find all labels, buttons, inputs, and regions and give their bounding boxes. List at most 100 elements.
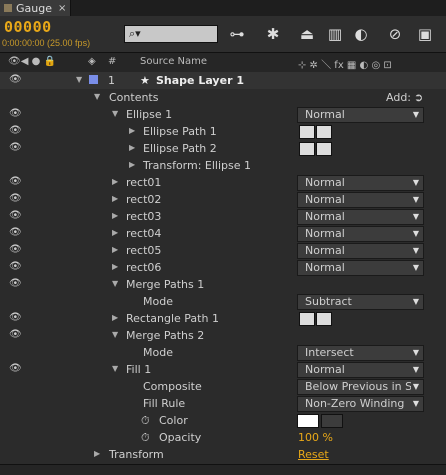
property-label: Transform: Ellipse 1 [143,159,252,172]
property-row-ellipse-path-1[interactable]: 👁 ▶ Ellipse Path 1 [0,123,446,140]
path-direction-icon[interactable] [299,125,315,139]
collapsed-triangle-icon[interactable]: ▶ [129,160,135,169]
tab-gauge[interactable]: Gauge × [0,0,71,16]
property-row-rect03[interactable]: 👁 ▶ rect03 Normal ▼ [0,208,446,225]
motion-blur-icon[interactable]: ◐ [350,24,372,44]
collapsed-triangle-icon[interactable]: ▶ [129,126,135,135]
path-direction-icon[interactable] [316,125,332,139]
path-direction-icon[interactable] [299,142,315,156]
fill-rule-dropdown[interactable]: Non-Zero Winding ▼ [297,396,424,412]
property-label: Color [159,414,188,427]
hide-shy-layers-icon[interactable]: ⏏ [296,24,318,44]
blend-mode-dropdown[interactable]: Normal ▼ [297,192,424,208]
expand-triangle-icon[interactable]: ▼ [112,330,118,339]
path-direction-icon[interactable] [299,312,315,326]
eye-icon[interactable]: 👁 [9,313,22,323]
eye-icon[interactable]: 👁 [9,228,22,238]
source-name-column-header[interactable]: Source Name [140,56,207,67]
expand-triangle-icon[interactable]: ▼ [112,364,118,373]
property-row-fill-1[interactable]: 👁 ▼ Fill 1 Normal ▼ [0,361,446,378]
property-row-merge-paths-2[interactable]: 👁 ▼ Merge Paths 2 [0,327,446,344]
collapsed-triangle-icon[interactable]: ▶ [112,228,118,237]
property-row-mode[interactable]: Mode Intersect ▼ [0,344,446,361]
eye-icon[interactable]: 👁 [9,279,22,289]
path-direction-icon[interactable] [316,312,332,326]
blend-mode-dropdown[interactable]: Normal ▼ [297,243,424,259]
property-row-rect06[interactable]: 👁 ▶ rect06 Normal ▼ [0,259,446,276]
eye-icon[interactable]: 👁 [9,330,22,340]
property-row-contents[interactable]: ▼ Contents Add: ➲ [0,89,446,106]
property-row-color[interactable]: ⏱ Color [0,412,446,429]
path-direction-icon[interactable] [316,142,332,156]
property-row-transform-ellipse-1[interactable]: ▶ Transform: Ellipse 1 [0,157,446,174]
property-row-composite[interactable]: Composite Below Previous in S ▼ [0,378,446,395]
frame-blending-icon[interactable]: ▥ [324,24,346,44]
draft-3d-icon[interactable]: ✱ [262,24,284,44]
label-color-swatch[interactable] [89,75,98,84]
graph-editor-icon[interactable]: ⊘ [384,24,406,44]
collapsed-triangle-icon[interactable]: ▶ [112,262,118,271]
merge-mode-dropdown[interactable]: Intersect ▼ [297,345,424,361]
property-row-ellipse-path-2[interactable]: 👁 ▶ Ellipse Path 2 [0,140,446,157]
comp-mini-flowchart-icon[interactable]: ⊶ [226,24,248,44]
merge-mode-dropdown[interactable]: Subtract ▼ [297,294,424,310]
property-row-rect02[interactable]: 👁 ▶ rect02 Normal ▼ [0,191,446,208]
eye-icon[interactable]: 👁 [9,143,22,153]
property-row-merge-paths-1[interactable]: 👁 ▼ Merge Paths 1 [0,276,446,293]
close-icon[interactable]: × [58,3,66,14]
stopwatch-icon[interactable]: ⏱ [141,414,150,428]
property-row-rect01[interactable]: 👁 ▶ rect01 Normal ▼ [0,174,446,191]
search-input[interactable]: ⌕▾ [124,25,218,43]
property-row-opacity[interactable]: ⏱ Opacity 100 % [0,429,446,446]
eye-icon[interactable]: 👁 [9,364,22,374]
stopwatch-icon[interactable]: ⏱ [141,431,150,445]
composite-dropdown[interactable]: Below Previous in S ▼ [297,379,424,395]
collapsed-triangle-icon[interactable]: ▶ [112,194,118,203]
blend-mode-dropdown[interactable]: Normal ▼ [297,175,424,191]
eyedropper-icon[interactable] [321,414,343,428]
expand-triangle-icon[interactable]: ▼ [112,279,118,288]
tab-label: Gauge [16,1,52,15]
expand-triangle-icon[interactable]: ▼ [76,75,82,84]
blend-mode-dropdown[interactable]: Normal ▼ [297,209,424,225]
reset-link[interactable]: Reset [298,448,329,461]
dropdown-value: Normal [305,108,345,121]
collapsed-triangle-icon[interactable]: ▶ [94,449,100,458]
property-row-rect04[interactable]: 👁 ▶ rect04 Normal ▼ [0,225,446,242]
collapsed-triangle-icon[interactable]: ▶ [112,245,118,254]
property-row-ellipse-1[interactable]: 👁 ▼ Ellipse 1 Normal ▼ [0,106,446,123]
layer-name[interactable]: Shape Layer 1 [156,74,244,87]
chevron-down-icon: ▼ [412,297,419,306]
expand-triangle-icon[interactable]: ▼ [94,92,100,101]
eye-icon[interactable]: 👁 [9,177,22,187]
blend-mode-dropdown[interactable]: Normal ▼ [297,260,424,276]
eye-icon[interactable]: 👁 [9,211,22,221]
add-menu-button[interactable]: Add: [386,91,411,104]
blend-mode-dropdown[interactable]: Normal ▼ [297,362,424,378]
eye-icon[interactable]: 👁 [9,75,22,85]
collapsed-triangle-icon[interactable]: ▶ [112,177,118,186]
av-features-icon[interactable]: 👁◀ ● 🔒 [8,56,56,67]
add-arrow-icon[interactable]: ➲ [414,91,423,104]
collapsed-triangle-icon[interactable]: ▶ [112,211,118,220]
property-row-fill-rule[interactable]: Fill Rule Non-Zero Winding ▼ [0,395,446,412]
collapsed-triangle-icon[interactable]: ▶ [129,143,135,152]
color-swatch[interactable] [297,414,319,428]
current-time-display[interactable]: 00000 [4,18,52,36]
expand-triangle-icon[interactable]: ▼ [112,109,118,118]
eye-icon[interactable]: 👁 [9,194,22,204]
blend-mode-dropdown[interactable]: Normal ▼ [297,226,424,242]
eye-icon[interactable]: 👁 [9,126,22,136]
collapsed-triangle-icon[interactable]: ▶ [112,313,118,322]
property-row-rectangle-path-1[interactable]: 👁 ▶ Rectangle Path 1 [0,310,446,327]
brainstorm-icon[interactable]: ▣ [414,24,436,44]
property-row-rect05[interactable]: 👁 ▶ rect05 Normal ▼ [0,242,446,259]
property-row-mode[interactable]: Mode Subtract ▼ [0,293,446,310]
property-row-transform[interactable]: ▶ Transform Reset [0,446,446,463]
opacity-value[interactable]: 100 % [298,431,333,444]
eye-icon[interactable]: 👁 [9,109,22,119]
eye-icon[interactable]: 👁 [9,245,22,255]
layer-row[interactable]: 👁 ▼ 1 ★ Shape Layer 1 [0,72,446,89]
blend-mode-dropdown[interactable]: Normal ▼ [297,107,424,123]
eye-icon[interactable]: 👁 [9,262,22,272]
